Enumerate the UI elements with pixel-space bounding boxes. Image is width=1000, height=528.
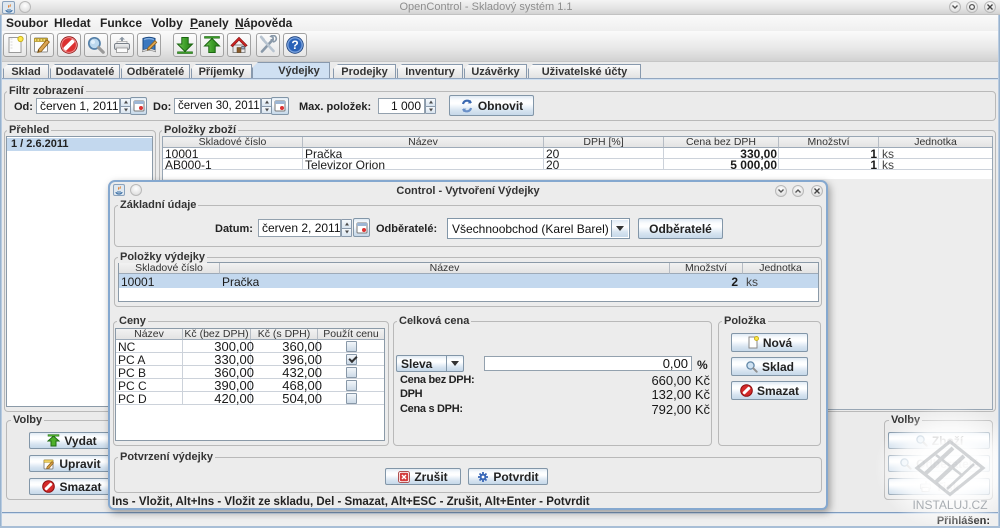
svg-text:INSTALUJ.CZ: INSTALUJ.CZ [912, 498, 987, 512]
svg-text:?: ? [291, 38, 298, 52]
